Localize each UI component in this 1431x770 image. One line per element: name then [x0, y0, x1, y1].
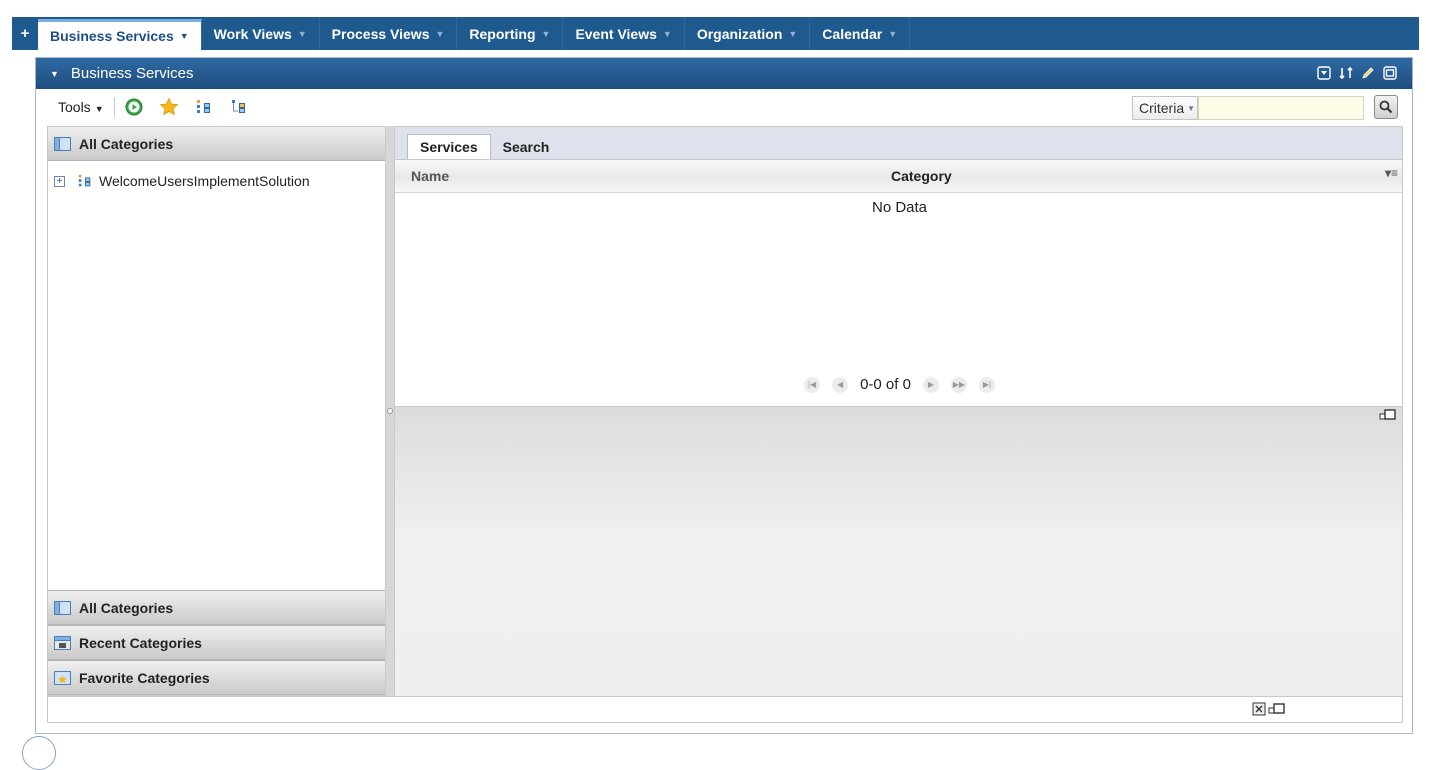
status-bar: [47, 696, 1403, 723]
pager-text: 0-0 of 0: [860, 376, 911, 393]
nav-tab-label: Business Services: [50, 28, 174, 44]
categories-pane: All Categories + WelcomeUsersImplementSo…: [47, 126, 386, 696]
accordion-favorite-categories[interactable]: Favorite Categories: [48, 660, 385, 695]
nav-tab-calendar[interactable]: Calendar ▼: [810, 17, 911, 50]
nav-tab-organization[interactable]: Organization ▼: [685, 17, 811, 50]
nav-tab-process-views[interactable]: Process Views ▼: [320, 17, 458, 50]
all-categories-label: All Categories: [79, 135, 174, 152]
category-accordion: All Categories Recent Categories Favorit…: [48, 590, 385, 695]
nav-tab-business-services[interactable]: Business Services ▼: [38, 19, 202, 50]
partial-circle-decoration: [22, 736, 56, 770]
caret-down-icon: ▼: [1187, 103, 1196, 113]
pager: |◀ ◀ 0-0 of 0 ▶ ▶▶ ▶|: [395, 376, 1404, 393]
nav-tab-reporting[interactable]: Reporting ▼: [457, 17, 564, 50]
accordion-label: Favorite Categories: [79, 669, 210, 686]
nav-tab-label: Organization: [696, 25, 783, 42]
column-header-name[interactable]: Name: [411, 168, 449, 184]
nav-tab-label: Reporting: [469, 25, 536, 42]
org-chart-icon: [77, 173, 93, 189]
tools-menu-button[interactable]: Tools ▼: [58, 99, 104, 115]
start-play-icon[interactable]: [124, 97, 144, 117]
nav-tab-event-views[interactable]: Event Views ▼: [563, 17, 685, 50]
restore-window-icon[interactable]: [1268, 702, 1286, 716]
panel-title-bar: ▼ Business Services: [36, 58, 1412, 89]
nav-tab-label: Event Views: [575, 25, 657, 42]
accordion-recent-categories[interactable]: Recent Categories: [48, 625, 385, 660]
top-nav: + Business Services ▼ Work Views ▼ Proce…: [12, 17, 1419, 50]
criteria-search-input[interactable]: [1198, 96, 1364, 120]
splitter-handle[interactable]: [387, 408, 393, 414]
status-icons: [1252, 702, 1286, 716]
caret-down-icon: ▼: [94, 104, 104, 114]
detail-area: [395, 406, 1402, 696]
accordion-all-categories[interactable]: All Categories: [48, 590, 385, 625]
column-header-category[interactable]: Category: [891, 168, 952, 184]
panel-title: Business Services: [70, 65, 194, 82]
caret-down-icon: ▼: [662, 28, 672, 39]
category-panel-icon: [54, 600, 71, 615]
category-panel-icon: [54, 136, 71, 151]
favorite-folder-icon: [54, 670, 71, 685]
accordion-label: All Categories: [79, 599, 174, 616]
restore-window-icon[interactable]: [1379, 409, 1397, 424]
caret-down-icon: ▼: [541, 28, 551, 39]
first-page-icon[interactable]: |◀: [804, 376, 821, 393]
nav-tab-work-views[interactable]: Work Views ▼: [202, 17, 320, 50]
prev-page-icon[interactable]: ◀: [832, 376, 849, 393]
fast-forward-icon[interactable]: ▶▶: [950, 376, 967, 393]
last-page-icon[interactable]: ▶|: [978, 376, 995, 393]
criteria-dropdown[interactable]: Criteria ▼: [1132, 96, 1198, 120]
pane-splitter[interactable]: [386, 126, 394, 696]
services-tabstrip: Services Search: [395, 127, 1402, 160]
accordion-label: Recent Categories: [79, 634, 202, 651]
edit-pencil-icon[interactable]: [1360, 65, 1376, 81]
org-chart-icon[interactable]: [194, 97, 214, 117]
caret-down-icon: ▼: [788, 28, 798, 39]
favorite-star-icon[interactable]: [159, 97, 179, 117]
add-tab-button[interactable]: +: [12, 17, 38, 50]
nav-tab-label: Process Views: [331, 25, 430, 42]
tools-label: Tools: [58, 99, 91, 115]
title-icons: [1316, 65, 1398, 81]
tree-item-label: WelcomeUsersImplementSolution: [99, 173, 310, 189]
services-pane: Services Search Name Category ▾≡ No Data…: [394, 126, 1403, 696]
menu-dropdown-icon[interactable]: [1316, 65, 1332, 81]
toolbar-separator: [113, 97, 115, 117]
swap-icon[interactable]: [1338, 65, 1354, 81]
recent-calendar-icon: [54, 635, 71, 650]
tab-services[interactable]: Services: [407, 134, 491, 159]
nav-tab-label: Work Views: [213, 25, 292, 42]
search-icon: [1379, 100, 1393, 114]
expand-icon[interactable]: +: [54, 175, 65, 187]
maximize-icon[interactable]: [1382, 65, 1398, 81]
tab-search[interactable]: Search: [491, 134, 562, 159]
org-tree-icon[interactable]: [229, 97, 249, 117]
empty-message: No Data: [871, 199, 928, 216]
search-button[interactable]: [1374, 95, 1398, 119]
criteria-label: Criteria: [1139, 100, 1185, 116]
caret-down-icon: ▼: [297, 28, 307, 39]
toolbar: Tools ▼ Criteria ▼: [36, 89, 1412, 125]
next-page-icon[interactable]: ▶: [922, 376, 939, 393]
all-categories-header[interactable]: All Categories: [48, 127, 385, 161]
column-menu-icon[interactable]: ▾≡: [1385, 166, 1398, 180]
tree-item[interactable]: + WelcomeUsersImplementSolution: [54, 173, 310, 189]
business-services-panel: ▼ Business Services Tools ▼ Criteria ▼ A…: [35, 57, 1413, 734]
close-box-icon[interactable]: [1252, 702, 1266, 716]
collapse-icon[interactable]: ▼: [50, 69, 59, 79]
nav-tab-label: Calendar: [822, 25, 883, 42]
caret-down-icon: ▼: [179, 31, 189, 41]
grid-header: Name Category ▾≡: [395, 160, 1402, 193]
caret-down-icon: ▼: [888, 28, 898, 39]
caret-down-icon: ▼: [435, 28, 445, 39]
